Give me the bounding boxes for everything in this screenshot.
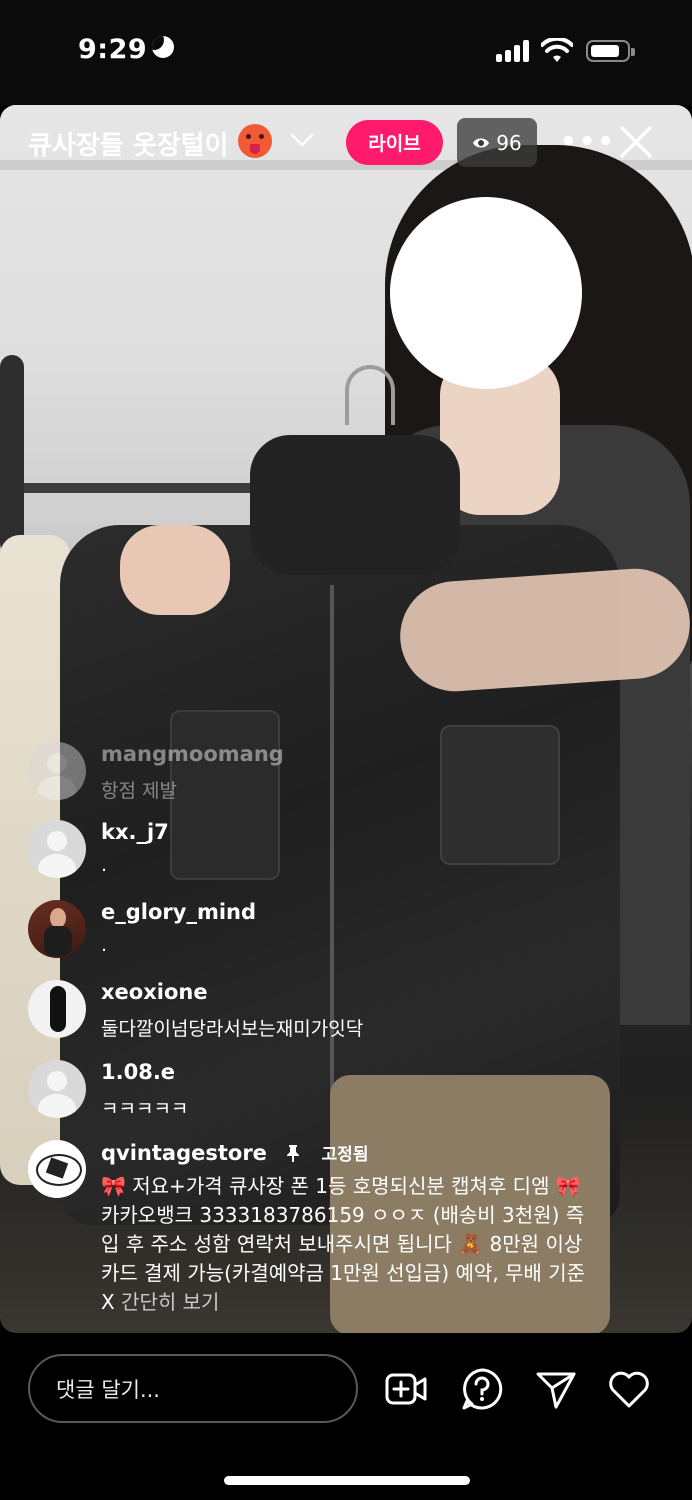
home-indicator[interactable] [224,1476,470,1485]
avatar[interactable] [28,900,86,958]
status-bar: 9:29 [0,0,692,105]
status-time: 9:29 [78,34,148,65]
comment-username[interactable]: xeoxione [101,980,208,1004]
pinned-line: 카카오뱅크 3333183786159 ㅇㅇㅈ (배송비 3천원) 즉 [101,1203,585,1227]
chevron-down-icon[interactable] [290,132,314,148]
comment-text: 둘다깔이넘당라서보는재미가잇닥 [101,1018,364,1040]
comment-username[interactable]: kx._j7 [101,820,169,844]
heart-icon[interactable] [607,1367,651,1411]
comment-text: . [101,854,108,876]
pinned-line: 입 후 주소 성함 연락처 보내주시면 됩니다 🧸 8만원 이상 [101,1232,583,1256]
close-icon[interactable] [618,124,654,160]
pin-icon [287,1145,300,1162]
avatar[interactable] [28,742,86,800]
live-title[interactable]: 큐사장들 옷장털이 [28,125,228,162]
comment-text: ㅋㅋㅋㅋㅋ [101,1098,189,1120]
battery-icon [586,40,635,62]
face-blur [390,197,582,389]
comment-text: . [101,934,108,956]
comment-username[interactable]: qvintagestore [101,1141,267,1165]
signal-icon [496,40,532,62]
hot-face-emoji [238,124,272,158]
comment-username[interactable]: mangmoomang [101,742,284,766]
pinned-line: 🎀 저요+가격 큐사장 폰 1등 호명되신분 캡쳐후 디엠 🎀 [101,1174,581,1198]
question-icon[interactable] [460,1367,504,1411]
avatar[interactable] [28,820,86,878]
avatar[interactable] [28,1060,86,1118]
avatar[interactable] [28,1140,86,1198]
collapse-link[interactable]: 간단히 보기 [121,1290,219,1314]
viewer-count-value: 96 [496,130,522,155]
comment-username[interactable]: e_glory_mind [101,900,256,924]
pinned-line: 카드 결제 가능(카결예약금 1만원 선입금) 예약, 무배 기준 [101,1261,585,1285]
bottom-bar: 댓글 달기... [0,1333,692,1500]
moon-icon [152,36,174,58]
comment-username[interactable]: 1.08.e [101,1060,175,1084]
pinned-last-line: X 간단히 보기 [101,1288,671,1317]
avatar[interactable] [28,980,86,1038]
pinned-text: 🎀 저요+가격 큐사장 폰 1등 호명되신분 캡쳐후 디엠 🎀 카카오뱅크 33… [101,1172,671,1317]
comment-text: 항점 제발 [101,780,177,802]
pinned-line: X [101,1290,122,1314]
live-badge: 라이브 [346,120,443,165]
eye-icon [473,138,490,147]
comment-input[interactable]: 댓글 달기... [28,1354,358,1423]
viewer-count[interactable]: 96 [457,118,537,167]
pinned-label: 고정됨 [321,1145,369,1165]
wifi-icon [541,38,573,62]
add-video-icon[interactable] [384,1367,428,1411]
send-icon[interactable] [534,1367,578,1411]
more-options-icon[interactable]: ••• [560,129,614,155]
pinned-username-row: qvintagestore 고정됨 [101,1140,368,1165]
